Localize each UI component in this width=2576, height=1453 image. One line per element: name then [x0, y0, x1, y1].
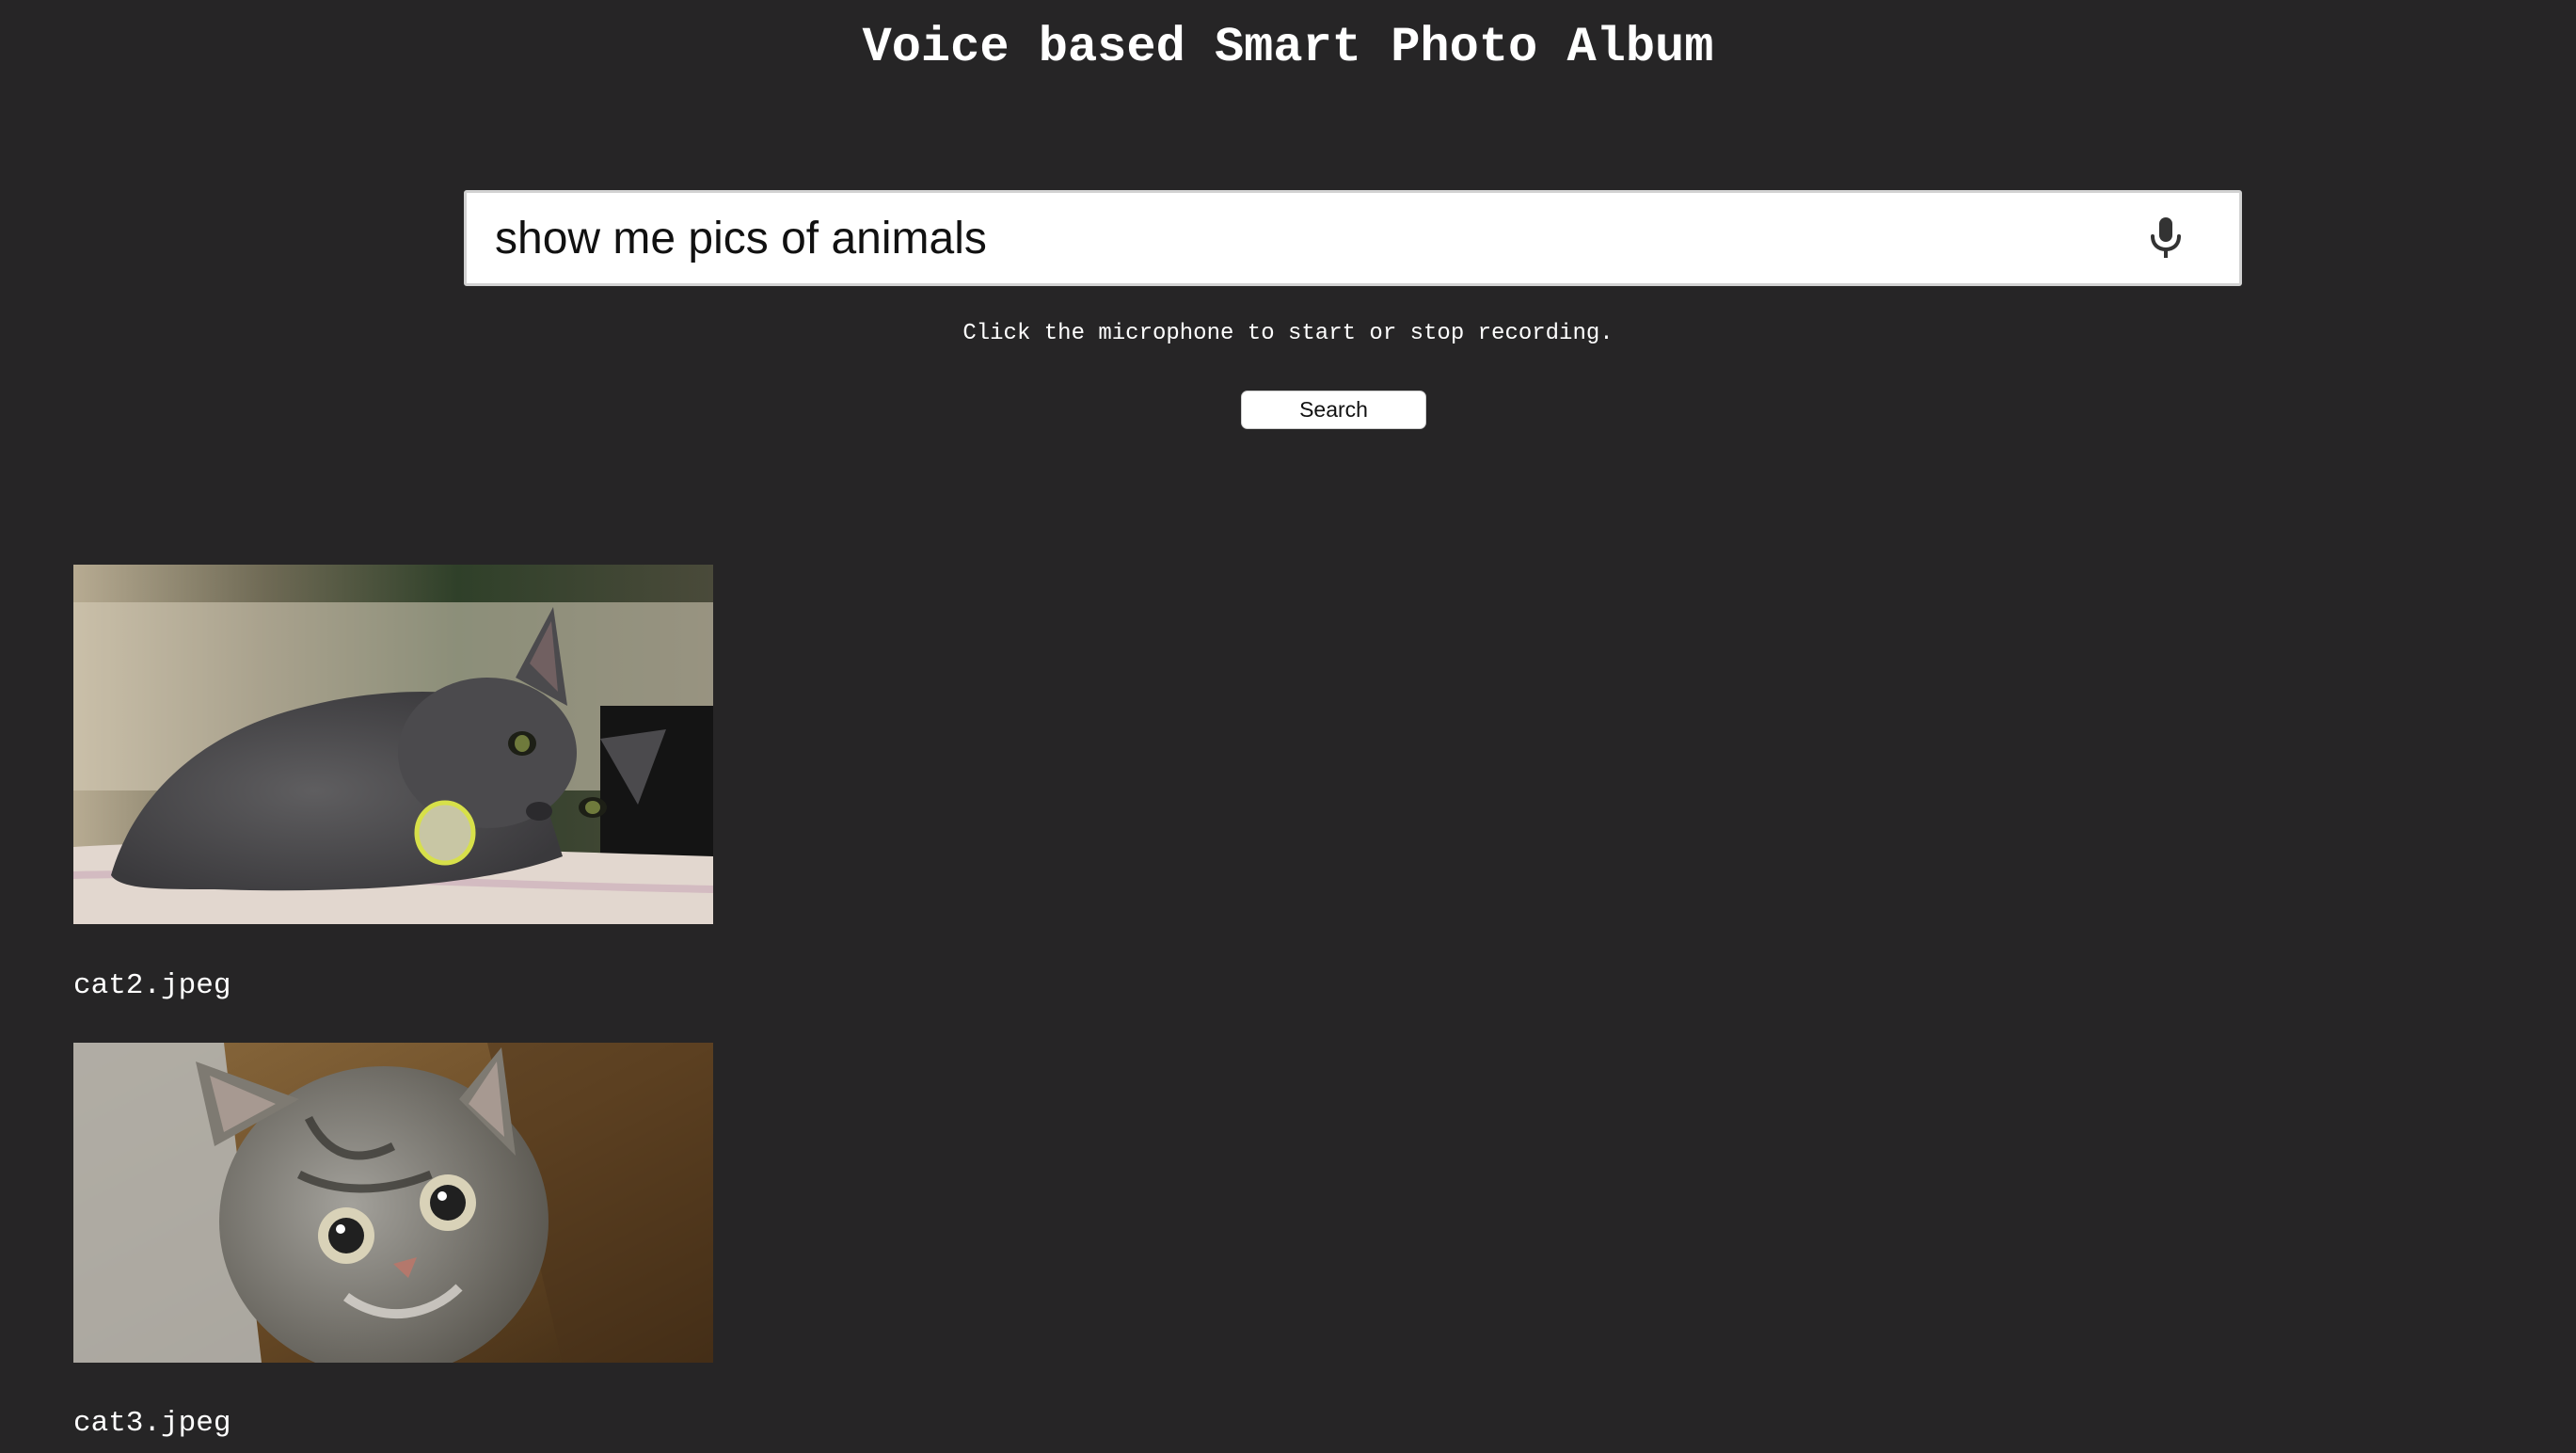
result-filename: cat2.jpeg [73, 969, 231, 1002]
result-photo[interactable] [73, 565, 713, 924]
recording-hint: Click the microphone to start or stop re… [962, 321, 1614, 346]
microphone-button[interactable] [2130, 202, 2202, 274]
kitten-photo [73, 1043, 713, 1363]
microphone-icon [2151, 217, 2181, 258]
result-item: cat3.jpeg [73, 1043, 713, 1453]
search-input[interactable] [467, 193, 2085, 283]
cat-photo [73, 565, 713, 924]
search-button[interactable]: Search [1241, 391, 1426, 429]
result-filename: cat3.jpeg [73, 1407, 231, 1440]
search-box [464, 190, 2242, 286]
result-item: cat2.jpeg [73, 565, 713, 1007]
result-photo[interactable] [73, 1043, 713, 1363]
page-title: Voice based Smart Photo Album [862, 20, 1714, 75]
